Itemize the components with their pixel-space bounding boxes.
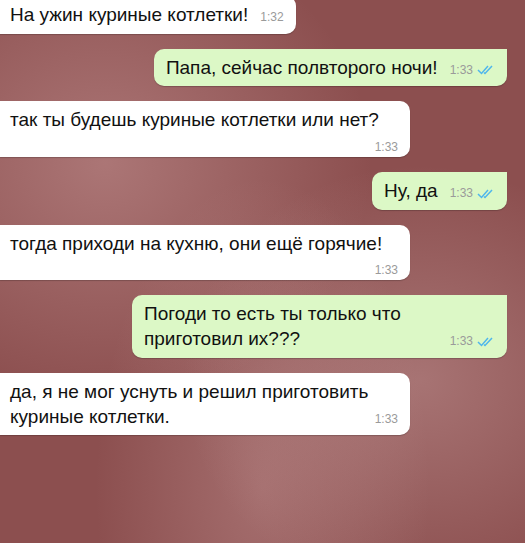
message-text: На ужин куриные котлетки! <box>10 4 248 25</box>
message-text: Папа, сейчас полвторого ночи! <box>166 57 438 78</box>
message-bubble[interactable]: тогда приходи на кухню, они ещё горячие!… <box>0 225 410 281</box>
message-time: 1:32 <box>260 11 283 23</box>
message-time: 1:33 <box>450 64 473 76</box>
message-text: так ты будешь куриные котлетки или нет? <box>10 109 379 130</box>
message-time: 1:33 <box>450 335 473 347</box>
message-meta: 1:33 <box>375 141 398 153</box>
message-meta: 1:33 <box>450 187 495 199</box>
read-ticks-icon <box>477 336 495 347</box>
message-time: 1:33 <box>375 141 398 153</box>
message-row: На ужин куриные котлетки! 1:32 <box>0 0 507 34</box>
message-meta: 1:33 <box>450 64 495 76</box>
message-meta: 1:33 <box>375 413 398 425</box>
message-row: тогда приходи на кухню, они ещё горячие!… <box>0 225 507 281</box>
message-text: да, я не мог уснуть и решил приготовить … <box>10 381 368 427</box>
message-row: так ты будешь куриные котлетки или нет? 1… <box>0 101 507 157</box>
message-row: да, я не мог уснуть и решил приготовить … <box>0 373 507 435</box>
message-meta: 1:33 <box>375 264 398 276</box>
message-text: тогда приходи на кухню, они ещё горячие! <box>10 233 382 254</box>
message-text: Ну, да <box>384 180 438 201</box>
read-ticks-icon <box>477 188 495 199</box>
message-row: Погоди то есть ты только что приготовил … <box>0 295 507 357</box>
message-time: 1:33 <box>450 187 473 199</box>
read-ticks-icon <box>477 64 495 75</box>
message-bubble[interactable]: да, я не мог уснуть и решил приготовить … <box>0 373 410 435</box>
message-meta: 1:32 <box>260 11 283 23</box>
message-bubble[interactable]: На ужин куриные котлетки! 1:32 <box>0 0 296 34</box>
message-bubble[interactable]: Погоди то есть ты только что приготовил … <box>132 295 507 357</box>
message-bubble[interactable]: Ну, да 1:33 <box>372 172 507 210</box>
message-time: 1:33 <box>375 264 398 276</box>
message-bubble[interactable]: так ты будешь куриные котлетки или нет? 1… <box>0 101 410 157</box>
message-time: 1:33 <box>375 413 398 425</box>
message-text: Погоди то есть ты только что приготовил … <box>144 303 401 349</box>
message-row: Ну, да 1:33 <box>0 172 507 210</box>
message-meta: 1:33 <box>450 335 495 347</box>
chat-screen: На ужин куриные котлетки! 1:32 Папа, сейча… <box>0 0 525 543</box>
message-row: Папа, сейчас полвторого ночи! 1:33 <box>0 49 507 87</box>
message-bubble[interactable]: Папа, сейчас полвторого ночи! 1:33 <box>154 49 507 87</box>
